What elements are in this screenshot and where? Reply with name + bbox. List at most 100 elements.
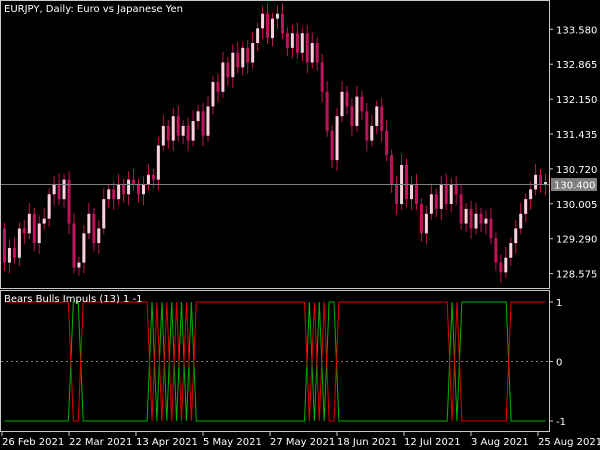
bull-candle [7,247,11,263]
bull-candle [410,184,413,200]
bull-candle [355,96,359,126]
bull-candle [102,199,106,229]
bear-candle [280,13,284,34]
bear-candle [360,96,364,112]
bear-candle [444,184,448,205]
bull-candle [261,13,265,29]
bull-candle [534,174,538,190]
bear-candle [434,194,438,209]
price-tick-label: 133.580 [556,25,597,36]
bear-candle [405,164,409,200]
bear-candle [236,52,240,68]
bull-candle [504,257,508,273]
indicator-tick-label: 1 [556,298,562,309]
bull-candle [514,228,518,244]
bull-candle [17,228,21,258]
bull-candle [141,184,145,195]
bull-candle [47,194,51,219]
bull-candle [62,179,66,200]
time-tick-label: 25 Aug 2021 [538,437,600,448]
bear-candle [315,42,319,63]
bull-candle [241,47,245,68]
bull-candle [340,91,344,117]
price-tick-label: 128.575 [556,270,597,281]
bear-candle [330,130,334,161]
bull-candle [310,42,314,63]
bear-candle [395,184,399,205]
bull-candle [524,199,528,214]
bear-candle [176,116,180,136]
bull-candle [275,13,279,19]
bear-candle [479,213,483,224]
bear-candle [325,91,329,131]
bear-candle [186,125,190,141]
current-price-tag-label: 130.400 [554,181,595,192]
bull-candle [87,213,91,234]
indicator-tick-label: 0 [556,358,562,369]
time-tick-label: 13 Apr 2021 [136,437,198,448]
indicator-tick-label: -1 [556,417,566,428]
bear-candle [419,204,423,234]
bear-candle [380,106,384,131]
bull-candle [256,28,260,43]
bear-candle [92,213,96,244]
bull-candle [196,111,200,122]
bull-candle [82,233,86,263]
bull-candle [429,194,433,214]
bear-candle [57,184,61,200]
bull-candle [290,33,294,48]
bull-candle [146,174,150,185]
bull-candle [127,179,131,195]
bull-candle [97,228,101,244]
time-tick-label: 26 Feb 2021 [2,437,64,448]
time-tick-label: 27 May 2021 [270,437,335,448]
bear-candle [12,247,16,258]
bull-candle [171,116,175,141]
bear-candle [414,184,418,205]
bear-candle [151,174,155,180]
bear-candle [345,91,349,107]
bull-candle [231,52,235,78]
bull-candle [529,189,533,200]
price-tick-label: 131.435 [556,130,597,141]
bull-candle [424,213,428,234]
bull-candle [52,184,56,195]
bull-candle [37,223,41,244]
price-tick-label: 132.150 [556,95,597,106]
bull-candle [206,106,210,136]
bear-candle [390,155,394,185]
time-tick-label: 5 May 2021 [203,437,262,448]
current-price-tag: 130.400 [551,178,597,192]
bull-candle [211,82,215,107]
price-tick-label: 132.865 [556,60,597,71]
bear-candle [32,213,36,244]
bull-candle [161,125,165,146]
bear-candle [454,184,458,195]
bull-candle [156,145,160,180]
bull-candle [484,218,488,224]
bull-candle [42,218,46,224]
bear-candle [72,223,76,268]
indicator-title: Bears Bulls Impuls (13) 1 -1 [4,294,143,305]
bull-candle [370,125,374,141]
time-tick-label: 22 Mar 2021 [69,437,132,448]
bear-candle [22,228,26,234]
symbol-title: EURJPY, Daily: Euro vs Japanese Yen [4,4,183,15]
bull-candle [439,184,443,209]
time-tick-label: 12 Jul 2021 [404,437,461,448]
bear-candle [166,125,170,141]
bear-candle [67,179,71,224]
bear-candle [489,218,493,239]
trading-chart: 133.580 132.865 132.150 131.435 130.720 130.0… [0,0,600,450]
bull-candle [77,262,81,268]
bear-candle [469,208,473,229]
bear-candle [499,262,503,273]
bull-candle [191,121,195,141]
bear-candle [216,82,220,92]
bull-candle [181,125,185,136]
bear-candle [122,184,126,195]
bear-candle [295,33,299,53]
bull-candle [375,106,379,126]
bull-candle [300,33,304,53]
bear-candle [137,184,140,195]
